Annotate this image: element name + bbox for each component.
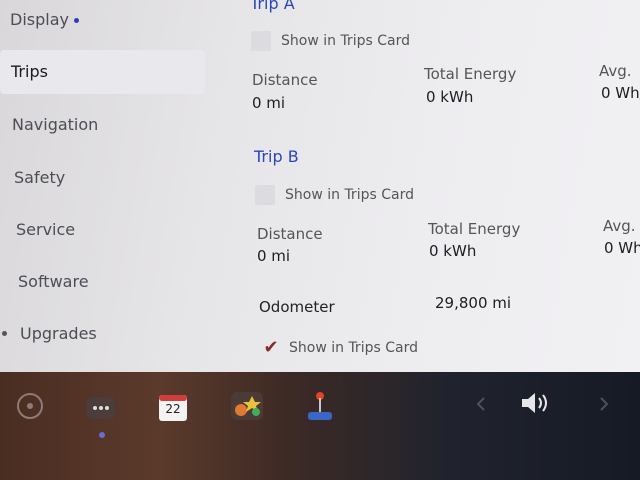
trip-a-energy-value: 0 kWh (426, 88, 474, 106)
trip-b-distance-label: Distance (257, 225, 323, 243)
sidebar-item-software[interactable]: Software (18, 260, 208, 304)
trip-b-distance-value: 0 mi (257, 247, 291, 265)
checkbox-unchecked-icon (255, 185, 275, 205)
sidebar-item-label: Navigation (12, 115, 99, 134)
sidebar-item-display[interactable]: Display (10, 0, 210, 40)
more-apps-icon[interactable] (86, 396, 116, 420)
trip-a-show-checkbox[interactable]: Show in Trips Card (251, 31, 410, 51)
sidebar-item-safety[interactable]: Safety (14, 156, 204, 200)
trip-a-title: Trip A (250, 0, 295, 13)
sidebar-item-navigation[interactable]: Navigation (12, 103, 207, 147)
sidebar-item-service[interactable]: Service (16, 208, 206, 252)
active-app-indicator (99, 432, 105, 438)
trip-a-avg-label: Avg. (599, 62, 632, 80)
volume-icon[interactable] (520, 390, 554, 416)
sidebar-item-label: Display (10, 10, 69, 29)
notification-dot-icon (73, 18, 79, 23)
settings-sidebar: Display Trips Navigation Safety Service … (0, 0, 215, 372)
odometer-show-checkbox[interactable]: ✔ Show in Trips Card (261, 337, 418, 358)
odometer-label: Odometer (259, 298, 335, 316)
trip-b-show-checkbox[interactable]: Show in Trips Card (255, 185, 414, 205)
bullet-icon (2, 331, 7, 336)
sidebar-item-label: Software (18, 272, 89, 291)
chevron-left-icon[interactable] (474, 394, 488, 414)
calendar-icon[interactable]: 22 (158, 394, 188, 422)
sidebar-item-label: Safety (14, 168, 66, 187)
toybox-icon[interactable] (230, 390, 264, 422)
checkmark-icon: ✔ (263, 337, 279, 358)
calendar-day: 22 (165, 402, 181, 416)
taskbar: 22 (0, 372, 640, 480)
trip-a-avg-value: 0 Wh/mi (601, 84, 640, 102)
arcade-icon[interactable] (304, 390, 336, 424)
trip-b-avg-value: 0 Wh/mi (604, 239, 640, 257)
checkbox-label: Show in Trips Card (285, 187, 414, 203)
trip-a-distance-value: 0 mi (252, 94, 286, 112)
sidebar-item-label: Service (16, 220, 76, 239)
sidebar-item-trips[interactable]: Trips (0, 50, 205, 94)
settings-screen: Display Trips Navigation Safety Service … (0, 0, 640, 372)
trips-content: Trip A Show in Trips Card Distance 0 mi … (240, 0, 640, 372)
trip-b-title: Trip B (254, 147, 299, 166)
sidebar-item-label: Trips (11, 62, 48, 81)
checkbox-unchecked-icon (251, 31, 271, 51)
checkbox-label: Show in Trips Card (289, 339, 418, 356)
camera-icon[interactable] (16, 392, 44, 420)
trip-b-avg-label: Avg. (603, 217, 636, 235)
odometer-value: 29,800 mi (435, 294, 512, 312)
sidebar-item-upgrades[interactable]: Upgrades (2, 312, 210, 356)
trip-b-energy-label: Total Energy (428, 220, 521, 238)
checkbox-label: Show in Trips Card (281, 33, 410, 49)
trip-a-distance-label: Distance (252, 71, 318, 89)
trip-b-energy-value: 0 kWh (429, 242, 477, 260)
chevron-right-icon[interactable] (597, 394, 611, 414)
sidebar-item-label: Upgrades (20, 324, 97, 343)
trip-a-energy-label: Total Energy (424, 65, 517, 83)
